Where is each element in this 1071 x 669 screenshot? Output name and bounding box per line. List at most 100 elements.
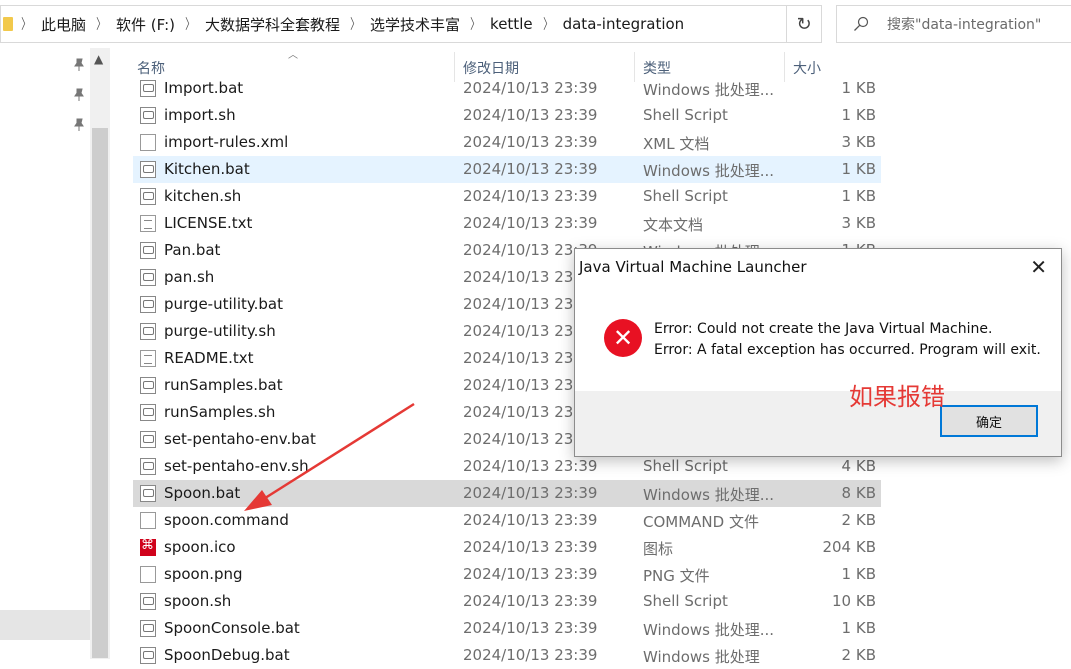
nav-item-selected[interactable] (0, 610, 90, 640)
chevron-right-icon: 〉 (350, 17, 360, 33)
file-row[interactable]: SpoonDebug.bat 2024/10/13 23:39 Windows 批处… (133, 642, 881, 669)
file-name: set-pentaho-env.sh (164, 457, 309, 475)
bat-icon (140, 647, 156, 664)
file-row[interactable]: spoon.sh 2024/10/13 23:39 Shell Script 10 K… (133, 588, 881, 615)
file-name: README.txt (164, 349, 254, 367)
file-name: spoon.command (164, 511, 289, 529)
file-date: 2024/10/13 23:39 (463, 538, 598, 556)
bat-icon (140, 323, 156, 340)
message-line-1: Error: Could not create the Java Virtual… (654, 321, 993, 337)
refresh-icon: ↻ (796, 13, 812, 35)
document-icon (140, 134, 156, 151)
scroll-up-icon[interactable]: ▲ (94, 52, 103, 66)
bat-icon (140, 620, 156, 637)
file-size: 1 KB (841, 619, 876, 637)
file-row[interactable]: Kitchen.bat 2024/10/13 23:39 Windows 批处理..… (133, 156, 881, 183)
chevron-right-icon: 〉 (470, 17, 480, 33)
file-size: 8 KB (841, 484, 876, 502)
file-date: 2024/10/13 23:39 (463, 484, 598, 502)
breadcrumb-tutorials[interactable]: 大数据学科全套教程 (197, 14, 348, 35)
file-row[interactable]: spoon.command 2024/10/13 23:39 COMMAND 文件 2… (133, 507, 881, 534)
pin-icon[interactable] (73, 88, 85, 102)
bat-icon (140, 269, 156, 286)
chevron-right-icon: 〉 (542, 17, 553, 33)
file-date: 2024/10/13 23:39 (463, 160, 598, 178)
file-row[interactable]: Spoon.bat 2024/10/13 23:39 Windows 批处理... 8… (133, 480, 881, 507)
search-input[interactable]: 搜索"data-integration" (836, 5, 1071, 43)
dialog-message: Error: Could not create the Java Virtual… (654, 319, 1041, 361)
search-icon (854, 16, 869, 31)
file-name: import.sh (164, 106, 236, 124)
pin-icon[interactable] (73, 58, 85, 72)
file-name: set-pentaho-env.bat (164, 430, 316, 448)
file-date: 2024/10/13 23:39 (463, 565, 598, 583)
file-name: SpoonConsole.bat (164, 619, 300, 637)
bat-icon (140, 593, 156, 610)
breadcrumb-kettle[interactable]: kettle (482, 15, 541, 33)
bat-icon (140, 296, 156, 313)
file-date: 2024/10/13 23:39 (463, 619, 598, 637)
pin-icon[interactable] (73, 118, 85, 132)
refresh-button[interactable]: ↻ (786, 5, 822, 43)
bat-icon (140, 188, 156, 205)
text-file-icon (140, 350, 156, 367)
bat-icon (140, 377, 156, 394)
error-dialog: Java Virtual Machine Launcher ✕ ✕ Error:… (574, 248, 1062, 457)
file-date: 2024/10/13 23:39 (463, 457, 598, 475)
file-row[interactable]: SpoonConsole.bat 2024/10/13 23:39 Windows … (133, 615, 881, 642)
file-name: purge-utility.sh (164, 322, 276, 340)
file-name: spoon.png (164, 565, 243, 583)
error-icon: ✕ (604, 319, 642, 357)
file-name: runSamples.sh (164, 403, 276, 421)
folder-icon (3, 17, 13, 31)
file-row[interactable]: LICENSE.txt 2024/10/13 23:39 文本文档 3 KB (133, 210, 881, 237)
address-bar[interactable]: 〉 此电脑 〉 软件 (F:) 〉 大数据学科全套教程 〉 选学技术丰富 〉 k… (0, 5, 820, 43)
file-row[interactable]: spoon.ico 2024/10/13 23:39 图标 204 KB (133, 534, 881, 561)
file-date: 2024/10/13 23:39 (463, 79, 598, 97)
chevron-right-icon: 〉 (21, 17, 31, 33)
file-name: runSamples.bat (164, 376, 283, 394)
nav-scrollbar-thumb[interactable] (92, 128, 108, 658)
file-name: Kitchen.bat (164, 160, 250, 178)
file-date: 2024/10/13 23:39 (463, 106, 598, 124)
chevron-right-icon: 〉 (185, 17, 195, 33)
document-icon (140, 566, 156, 583)
file-type: Windows 批处理 (643, 648, 760, 666)
file-date: 2024/10/13 23:39 (463, 592, 598, 610)
file-type: 文本文档 (643, 216, 704, 234)
file-type: Shell Script (643, 106, 728, 124)
file-row[interactable]: Import.bat 2024/10/13 23:39 Windows 批处理...… (133, 75, 881, 102)
file-name: purge-utility.bat (164, 295, 283, 313)
message-line-2: Error: A fatal exception has occurred. P… (654, 342, 1041, 358)
file-name: SpoonDebug.bat (164, 646, 290, 664)
text-file-icon (140, 215, 156, 232)
file-row[interactable]: kitchen.sh 2024/10/13 23:39 Shell Script 1 … (133, 183, 881, 210)
breadcrumb-drive[interactable]: 软件 (F:) (108, 14, 183, 35)
file-row[interactable]: import-rules.xml 2024/10/13 23:39 XML 文档 3 … (133, 129, 881, 156)
dialog-title: Java Virtual Machine Launcher (579, 258, 807, 276)
file-row[interactable]: spoon.png 2024/10/13 23:39 PNG 文件 1 KB (133, 561, 881, 588)
breadcrumb-this-pc[interactable]: 此电脑 (33, 14, 94, 35)
file-type: Windows 批处理... (643, 162, 775, 180)
breadcrumb-data-integration[interactable]: data-integration (555, 15, 693, 33)
ok-button[interactable]: 确定 (940, 405, 1038, 437)
file-size: 3 KB (841, 133, 876, 151)
file-name: kitchen.sh (164, 187, 242, 205)
annotation-label: 如果报错 (849, 383, 945, 411)
file-date: 2024/10/13 23:39 (463, 133, 598, 151)
file-row[interactable]: import.sh 2024/10/13 23:39 Shell Script 1 K… (133, 102, 881, 129)
file-type: Shell Script (643, 457, 728, 475)
file-name: pan.sh (164, 268, 215, 286)
file-type: XML 文档 (643, 135, 710, 153)
file-size: 1 KB (841, 187, 876, 205)
file-row[interactable]: set-pentaho-env.sh 2024/10/13 23:39 Shell … (133, 453, 881, 480)
bat-icon (140, 485, 156, 502)
file-size: 1 KB (841, 79, 876, 97)
file-date: 2024/10/13 23:39 (463, 511, 598, 529)
close-icon[interactable]: ✕ (1030, 255, 1047, 279)
breadcrumb-optional[interactable]: 选学技术丰富 (362, 14, 468, 35)
file-type: Shell Script (643, 187, 728, 205)
file-size: 10 KB (832, 592, 876, 610)
file-type: Windows 批处理... (643, 486, 775, 504)
file-name: Import.bat (164, 79, 244, 97)
